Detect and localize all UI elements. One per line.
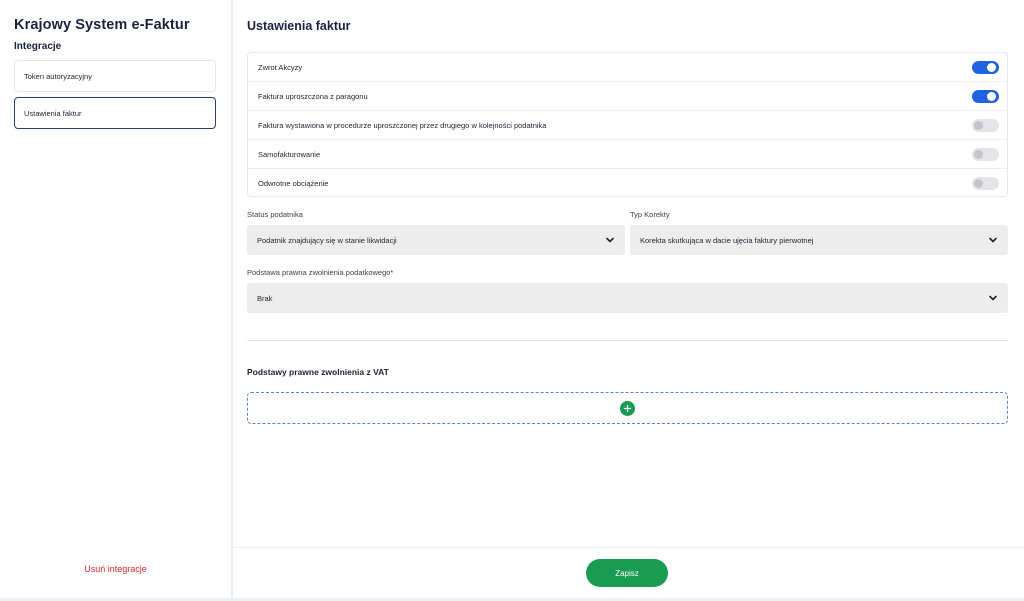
status-label: Status podatnika (247, 210, 303, 219)
switch-knob (974, 179, 983, 188)
legal-basis-label: Podstawa prawna zwolnienia podatkowego* (247, 268, 394, 277)
section-divider (247, 340, 1008, 341)
switch-knob (974, 149, 983, 159)
switch-knob (974, 120, 983, 130)
toggle-label: Zwrot Akcyzy (258, 62, 303, 72)
add-vat-basis-button[interactable] (620, 400, 635, 416)
toggle-row-simplified-invoice: Faktura uproszczona z paragonu (248, 82, 1007, 111)
save-button[interactable]: Zapisz (586, 559, 668, 587)
status-select[interactable]: Podatnik znajdujący się w stanie likwida… (247, 225, 625, 255)
toggle-row-simplified-procedure: Faktura wystawiona w procedurze uproszcz… (248, 111, 1007, 140)
chevron-down-icon (606, 237, 614, 243)
switch-knob (987, 62, 996, 72)
toggle-label: Faktura wystawiona w procedurze uproszcz… (258, 120, 547, 130)
page-title: Ustawienia faktur (247, 19, 351, 33)
toggle-switch[interactable] (972, 89, 999, 103)
chevron-down-icon (989, 295, 997, 301)
toggle-row-excise-refund: Zwrot Akcyzy (248, 53, 1007, 82)
legal-basis-select[interactable]: Brak (247, 283, 1008, 313)
toggle-switch[interactable] (972, 118, 999, 132)
toggle-label: Odwrotne obciążenie (258, 179, 329, 188)
toggle-label: Samofakturowanie (258, 149, 321, 159)
correction-select[interactable]: Korekta skutkująca w dacie ujęcia faktur… (630, 225, 1008, 255)
toggle-switch[interactable] (972, 177, 999, 190)
toggle-list: Zwrot Akcyzy Faktura uproszczona z parag… (247, 52, 1008, 197)
main-panel: Ustawienia faktur Zwrot Akcyzy Faktura u… (233, 0, 1024, 598)
toggle-label: Faktura uproszczona z paragonu (258, 91, 368, 101)
footer-divider (233, 547, 1024, 548)
delete-integration-link[interactable]: Usuń integracje (0, 564, 231, 574)
correction-label: Typ Korekty (630, 210, 670, 219)
vat-basis-dropzone (247, 392, 1008, 424)
toggle-row-self-billing: Samofakturowanie (248, 140, 1007, 169)
sidebar-item-invoice-settings[interactable]: Ustawienia faktur (14, 97, 216, 129)
toggle-row-reverse-charge: Odwrotne obciążenie (248, 169, 1007, 198)
correction-select-value: Korekta skutkująca w dacie ujęcia faktur… (640, 235, 814, 245)
integration-title: Krajowy System e-Faktur (14, 17, 190, 33)
chevron-down-icon (989, 237, 997, 243)
sidebar: Krajowy System e-Faktur Integracje Token… (0, 0, 231, 598)
toggle-switch[interactable] (972, 147, 999, 161)
integration-subtitle: Integracje (14, 41, 62, 52)
plus-icon (623, 404, 632, 412)
legal-basis-select-value: Brak (257, 293, 273, 303)
sidebar-item-token[interactable]: Token autoryzacyjny (14, 60, 216, 92)
switch-knob (987, 91, 996, 101)
sidebar-item-label: Token autoryzacyjny (24, 71, 92, 81)
sidebar-item-label: Ustawienia faktur (24, 108, 82, 118)
vat-section-title: Podstawy prawne zwolnienia z VAT (247, 367, 389, 377)
toggle-switch[interactable] (972, 60, 999, 74)
status-select-value: Podatnik znajdujący się w stanie likwida… (257, 235, 397, 245)
